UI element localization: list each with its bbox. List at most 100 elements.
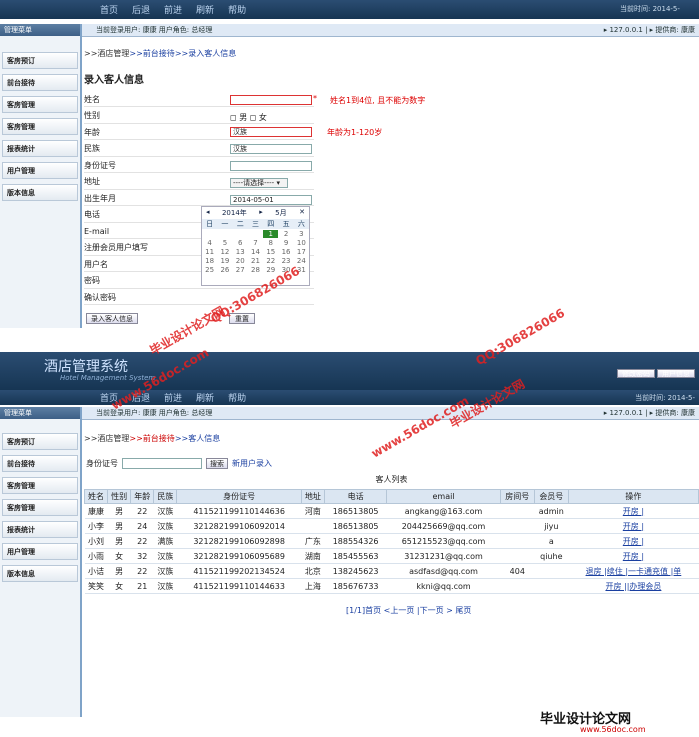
close-icon[interactable]: ✕ <box>299 208 305 218</box>
cell-6: 186513805 <box>324 503 387 519</box>
day-cell[interactable]: 10 <box>294 239 309 247</box>
name-input[interactable] <box>230 95 312 105</box>
idcard-input[interactable] <box>230 161 312 171</box>
sidebar-item-4[interactable]: 报表统计 <box>2 521 78 538</box>
new-user-link[interactable]: 新用户录入 <box>232 458 272 469</box>
day-cell[interactable]: 18 <box>202 257 217 265</box>
cell-10: 开房 | <box>568 503 699 519</box>
crumb2-front[interactable]: >>前台接待 <box>129 434 174 443</box>
day-cell[interactable]: 9 <box>278 239 293 247</box>
day-cell[interactable]: 3 <box>294 230 309 238</box>
pager[interactable]: [1/1]首页 <上一页 |下一页 > 尾页 <box>346 605 471 616</box>
day-cell[interactable]: 13 <box>233 248 248 256</box>
search-button[interactable]: 搜索 <box>206 458 228 469</box>
sidebar-item-6[interactable]: 版本信息 <box>2 565 78 582</box>
column-header-4: 身份证号 <box>176 489 302 504</box>
day-cell[interactable]: 14 <box>248 248 263 256</box>
day-cell[interactable]: 7 <box>248 239 263 247</box>
sidebar-item-5[interactable]: 用户管理 <box>2 543 78 560</box>
day-cell[interactable]: 21 <box>248 257 263 265</box>
day-cell[interactable]: 15 <box>263 248 278 256</box>
day-cell[interactable]: 26 <box>217 266 232 274</box>
weekday-4: 四 <box>263 219 279 229</box>
nav-item-4[interactable]: 帮助 <box>228 391 246 404</box>
sidebar-item-2[interactable]: 客房管理 <box>2 96 78 113</box>
sidebar-item-3[interactable]: 客房管理 <box>2 118 78 135</box>
sidebar-item-2[interactable]: 客房管理 <box>2 477 78 494</box>
cell-4: 411521199110144633 <box>176 578 302 594</box>
nav-item-1[interactable]: 后退 <box>132 3 150 16</box>
change-password-button[interactable]: 修改密码 <box>617 369 655 378</box>
cell-2: 22 <box>130 533 154 549</box>
row-action[interactable]: 开房 ||办理会员 <box>605 582 661 591</box>
day-cell[interactable]: 16 <box>278 248 293 256</box>
nav-item-2[interactable]: 前进 <box>164 3 182 16</box>
crumb-current[interactable]: >>录入客人信息 <box>175 49 236 58</box>
sidebar-item-6[interactable]: 版本信息 <box>2 184 78 201</box>
day-cell[interactable]: 25 <box>202 266 217 274</box>
crumb-front[interactable]: >>前台接待 <box>129 49 174 58</box>
gender-female[interactable]: 女 <box>259 113 267 122</box>
day-cell[interactable]: 17 <box>294 248 309 256</box>
crumb-hotel[interactable]: >>酒店管理 <box>84 49 129 58</box>
day-cell[interactable]: 28 <box>248 266 263 274</box>
user-info-button[interactable]: 用户信息 <box>657 369 695 378</box>
day-cell[interactable]: 23 <box>278 257 293 265</box>
nav-item-3[interactable]: 刷新 <box>196 3 214 16</box>
cell-7: asdfasd@qq.com <box>386 563 501 579</box>
gender-radios[interactable]: ◻ 男 ◻ 女 <box>230 112 267 123</box>
nav-item-4[interactable]: 帮助 <box>228 3 246 16</box>
day-cell[interactable]: 12 <box>217 248 232 256</box>
submit-button[interactable]: 录入客人信息 <box>86 313 138 324</box>
day-cell[interactable]: 11 <box>202 248 217 256</box>
day-cell[interactable]: 19 <box>217 257 232 265</box>
sidebar-item-4[interactable]: 报表统计 <box>2 140 78 157</box>
prev-month-icon[interactable]: ◂ <box>206 208 210 218</box>
sidebar-item-1[interactable]: 前台接待 <box>2 74 78 91</box>
day-cell[interactable]: 6 <box>233 239 248 247</box>
day-cell <box>217 230 232 238</box>
day-cell[interactable]: 1 <box>263 230 279 238</box>
sidebar-item-1[interactable]: 前台接待 <box>2 455 78 472</box>
crumb2-hotel[interactable]: >>酒店管理 <box>84 434 129 443</box>
nav-item-0[interactable]: 首页 <box>100 3 118 16</box>
day-cell[interactable]: 2 <box>278 230 293 238</box>
day-cell <box>202 230 217 238</box>
day-cell[interactable]: 22 <box>263 257 278 265</box>
row-action[interactable]: 开房 | <box>623 507 644 516</box>
status-bar-2: 当前登录用户: 康康 用户角色: 总经理 ▸ 127.0.0.1 | ▸ 提供商… <box>0 407 699 420</box>
birth-input[interactable]: 2014-05-01 <box>230 195 312 205</box>
next-month-icon[interactable]: ▸ <box>259 208 263 218</box>
breadcrumb-2: >>酒店管理>>前台接待>>客人信息 <box>84 433 220 444</box>
gender-male[interactable]: 男 <box>239 113 247 122</box>
sidebar-title: 管理菜单 <box>0 24 80 36</box>
day-cell[interactable]: 8 <box>263 239 278 247</box>
day-cell[interactable]: 4 <box>202 239 217 247</box>
table-body: 康康男 22 汉族 411521199110144636 河南 186513805 angk… <box>84 503 699 594</box>
sidebar-item-0[interactable]: 客房预订 <box>2 52 78 69</box>
sidebar-item-3[interactable]: 客房管理 <box>2 499 78 516</box>
nation-input[interactable]: 汉族 <box>230 144 312 154</box>
ip-provider-2: ▸ 127.0.0.1 | ▸ 提供商: 康康 <box>603 409 695 417</box>
footer-url: www.56doc.com <box>580 725 646 734</box>
cell-3: 汉族 <box>153 548 177 564</box>
sidebar-item-5[interactable]: 用户管理 <box>2 162 78 179</box>
day-cell[interactable]: 5 <box>217 239 232 247</box>
row-action[interactable]: 开房 | <box>623 552 644 561</box>
search-input[interactable] <box>122 458 202 469</box>
sidebar-item-0[interactable]: 客房预订 <box>2 433 78 450</box>
nav-item-2[interactable]: 前进 <box>164 391 182 404</box>
day-cell[interactable]: 27 <box>233 266 248 274</box>
cell-8: 404 <box>500 563 535 579</box>
day-cell[interactable]: 20 <box>233 257 248 265</box>
row-action[interactable]: 退房 |续住 |一卡通充值 |单 <box>586 567 682 576</box>
day-cell[interactable]: 24 <box>294 257 309 265</box>
day-cell[interactable]: 29 <box>263 266 278 274</box>
weekday-1: 一 <box>217 219 233 229</box>
age-input[interactable]: 汉族 <box>230 127 312 137</box>
nav-item-3[interactable]: 刷新 <box>196 391 214 404</box>
row-action[interactable]: 开房 | <box>623 522 644 531</box>
crumb2-current[interactable]: >>客人信息 <box>175 434 220 443</box>
row-action[interactable]: 开房 | <box>623 537 644 546</box>
address-select[interactable]: ----请选择---- ▾ <box>230 178 288 188</box>
